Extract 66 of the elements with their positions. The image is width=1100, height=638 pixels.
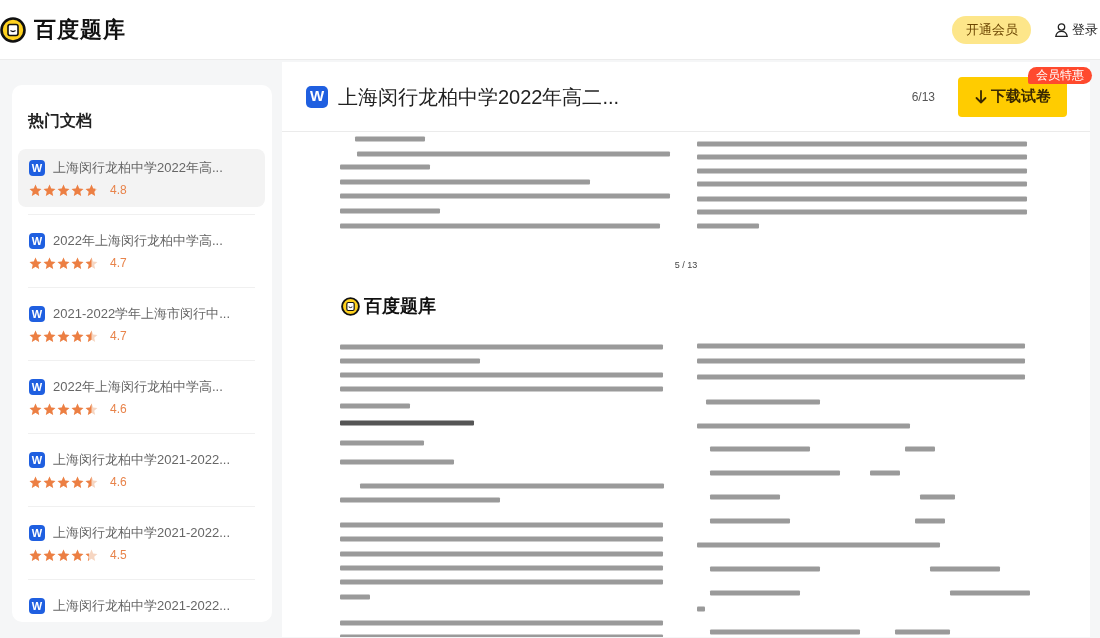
word-file-icon: W — [29, 160, 45, 176]
document-list-item[interactable]: W 上海闵行龙柏中学2021-2022... 4.5 — [18, 514, 265, 572]
site-logo-text: 百度题库 — [34, 16, 126, 44]
word-file-icon: W — [29, 379, 45, 395]
document-title: 2021-2022学年上海市闵行中... — [53, 305, 230, 323]
rating-text: 4.7 — [110, 329, 127, 343]
star-icon — [57, 256, 70, 270]
word-file-icon: W — [306, 85, 328, 108]
download-arrow-icon — [974, 89, 987, 104]
word-file-icon: W — [29, 598, 45, 614]
rating-text: 4.5 — [110, 548, 127, 562]
document-list-item[interactable]: W 2021-2022学年上海市闵行中... 4.7 — [18, 295, 265, 353]
star-icon — [57, 183, 70, 197]
star-icon — [71, 548, 84, 562]
document-title: 2022年上海闵行龙柏中学高... — [53, 232, 223, 250]
page-number: 5 / 13 — [673, 259, 699, 272]
page-logo-text: 百度题库 — [364, 295, 436, 317]
star-icon — [71, 402, 84, 416]
star-icon — [43, 548, 56, 562]
star-icon — [43, 183, 56, 197]
star-icon — [71, 183, 84, 197]
document-list-item[interactable]: W 2022年上海闵行龙柏中学高... 4.6 — [18, 368, 265, 426]
star-icon — [29, 548, 42, 562]
document-title: 上海闵行龙柏中学2022年高二... — [338, 84, 620, 110]
page-indicator: 6/13 — [911, 88, 935, 106]
promo-badge: 会员特惠 — [1028, 66, 1092, 84]
rating-text: 4.6 — [110, 402, 127, 416]
user-icon — [1055, 22, 1068, 37]
document-list-item[interactable]: W 2022年上海闵行龙柏中学高... 4.7 — [18, 222, 265, 280]
star-icon — [57, 329, 70, 343]
document-title: 上海闵行龙柏中学2022年高... — [53, 159, 223, 177]
star-icon — [29, 256, 42, 270]
star-icon — [57, 548, 70, 562]
star-icon — [29, 475, 42, 489]
document-title: 上海闵行龙柏中学2021-2022... — [53, 451, 230, 469]
rating-text: 4.6 — [110, 475, 127, 489]
star-icon — [43, 329, 56, 343]
document-list-item[interactable]: W 上海闵行龙柏中学2021-2022... — [18, 587, 265, 622]
star-icon — [29, 183, 42, 197]
star-icon — [57, 402, 70, 416]
rating-text: 4.7 — [110, 256, 127, 270]
star-icon — [71, 329, 84, 343]
word-file-icon: W — [29, 525, 45, 541]
star-icon — [43, 475, 56, 489]
logo-icon — [341, 296, 360, 316]
login-link[interactable]: 登录 — [1055, 19, 1098, 40]
star-icon — [29, 402, 42, 416]
star-icon — [29, 329, 42, 343]
document-title: 上海闵行龙柏中学2021-2022... — [53, 524, 230, 542]
star-icon — [85, 548, 98, 562]
word-file-icon: W — [29, 306, 45, 322]
document-title: 上海闵行龙柏中学2021-2022... — [53, 597, 230, 615]
sidebar-title: 热门文档 — [28, 111, 93, 131]
document-list-item[interactable]: W 上海闵行龙柏中学2021-2022... 4.6 — [18, 441, 265, 499]
word-file-icon: W — [29, 452, 45, 468]
star-icon — [71, 475, 84, 489]
star-icon — [43, 256, 56, 270]
document-title: 2022年上海闵行龙柏中学高... — [53, 378, 223, 396]
member-button[interactable]: 开通会员 — [952, 15, 1031, 44]
star-icon — [85, 183, 98, 197]
rating-text: 4.8 — [110, 183, 127, 197]
document-list-item[interactable]: W 上海闵行龙柏中学2022年高... 4.8 — [18, 149, 265, 207]
star-icon — [71, 256, 84, 270]
star-icon — [57, 475, 70, 489]
word-file-icon: W — [29, 233, 45, 249]
star-icon — [43, 402, 56, 416]
